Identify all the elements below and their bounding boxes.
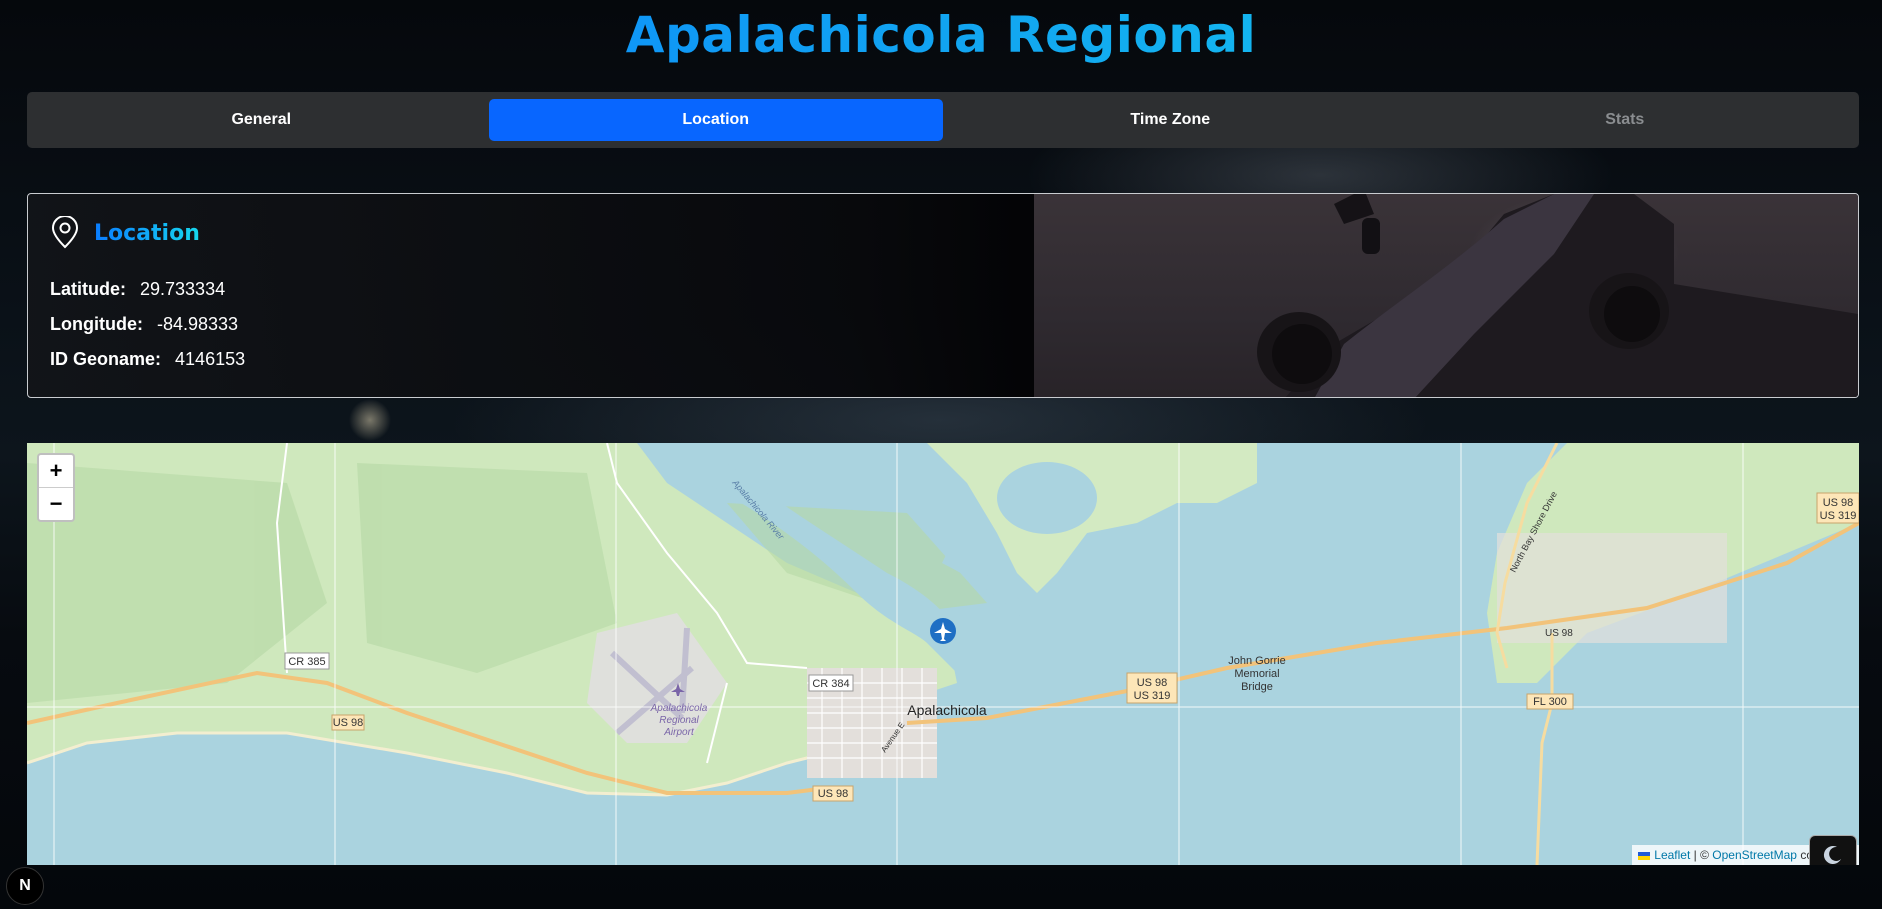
latitude-label: Latitude:	[50, 279, 126, 299]
longitude-value: -84.98333	[156, 314, 239, 334]
moon-icon	[1823, 846, 1841, 865]
tab-general[interactable]: General	[34, 99, 489, 141]
leaflet-link[interactable]: Leaflet	[1654, 848, 1690, 862]
airplane-photo	[1034, 194, 1858, 397]
zoom-out-button[interactable]: −	[39, 487, 73, 520]
bridge-label-1: John Gorrie	[1228, 655, 1285, 667]
map-pin-icon	[51, 216, 79, 249]
openstreetmap-link[interactable]: OpenStreetMap	[1712, 848, 1797, 862]
road-shield-us319-east: US 319	[1820, 510, 1857, 522]
airplane-marker-icon[interactable]	[930, 618, 956, 644]
road-shield-cr384: CR 384	[812, 678, 849, 690]
tab-location[interactable]: Location	[488, 99, 943, 141]
zoom-in-button[interactable]: +	[39, 455, 73, 487]
theme-toggle-button[interactable]	[1809, 835, 1857, 865]
road-shield-fl300: FL 300	[1533, 696, 1567, 708]
geoname-label: ID Geoname:	[50, 349, 162, 369]
road-shield-us98-bridge: US 98	[1137, 677, 1168, 689]
card-header: Location	[50, 216, 200, 250]
ukraine-flag-icon	[1638, 851, 1651, 860]
tab-stats[interactable]: Stats	[1398, 99, 1853, 141]
airport-label-1: Apalachicola	[650, 703, 708, 714]
geoname-row: ID Geoname: 4146153	[50, 342, 245, 377]
attribution-separator: | ©	[1690, 848, 1713, 862]
road-shield-cr385: CR 385	[288, 656, 325, 668]
geoname-value: 4146153	[175, 349, 246, 369]
road-shield-us98-south: US 98	[818, 788, 849, 800]
road-label-us98-town: US 98	[1545, 628, 1573, 639]
city-label: Apalachicola	[907, 702, 987, 718]
longitude-row: Longitude: -84.98333	[50, 307, 245, 342]
latitude-value: 29.733334	[140, 279, 226, 299]
longitude-label: Longitude:	[50, 314, 143, 334]
card-title: Location	[94, 220, 200, 246]
zoom-control: + −	[37, 453, 75, 522]
road-shield-us98-west: US 98	[333, 717, 364, 729]
latitude-row: Latitude: 29.733334	[50, 272, 245, 307]
framework-badge[interactable]: N	[6, 867, 44, 905]
tab-time-zone[interactable]: Time Zone	[943, 99, 1398, 141]
tab-bar: General Location Time Zone Stats	[27, 92, 1859, 148]
bridge-label-2: Memorial	[1234, 668, 1279, 680]
map-view[interactable]: CR 385 CR 384 US 98 US 98 US 98 US 319 U…	[27, 443, 1859, 865]
airport-label-2: Regional	[659, 715, 699, 726]
road-shield-us98-east: US 98	[1823, 497, 1854, 509]
map-tiles[interactable]: CR 385 CR 384 US 98 US 98 US 98 US 319 U…	[27, 443, 1859, 865]
page-title: Apalachicola Regional	[0, 6, 1882, 64]
bridge-label-3: Bridge	[1241, 681, 1273, 693]
location-card: Location Latitude: 29.733334 Longitude: …	[27, 193, 1859, 398]
road-shield-us319-bridge: US 319	[1134, 690, 1171, 702]
airport-label-3: Airport	[663, 727, 695, 738]
